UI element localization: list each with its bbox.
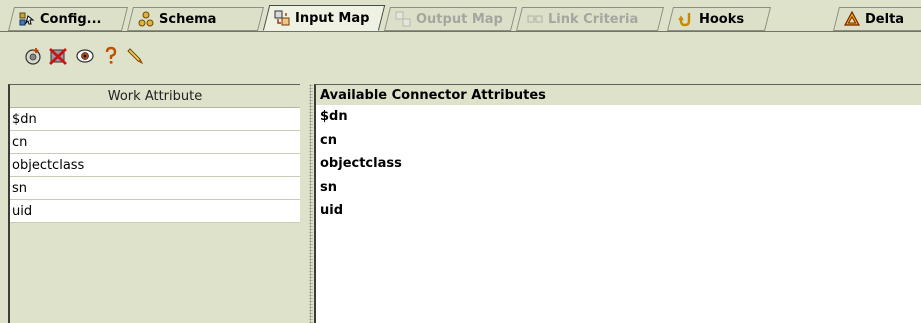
tab-input-map[interactable]: Input Map <box>262 5 386 31</box>
tab-divider-line <box>0 31 921 32</box>
list-item[interactable]: $dn <box>316 105 921 129</box>
table-row[interactable]: sn <box>10 177 300 200</box>
table-row[interactable]: objectclass <box>10 154 300 177</box>
tab-strip: Config... Schema Input Map Output Map Li… <box>0 0 921 34</box>
tab-label: Config... <box>40 11 102 27</box>
pencil-button[interactable] <box>126 45 148 67</box>
table-row[interactable]: cn <box>10 131 300 154</box>
connector-attribute-list: Available Connector Attributes $dn cn ob… <box>314 84 921 323</box>
output-map-icon <box>395 11 411 27</box>
tab-label: Delta <box>865 11 905 27</box>
add-attribute-button[interactable] <box>22 45 44 67</box>
list-item[interactable]: sn <box>316 176 921 200</box>
delete-attribute-button[interactable] <box>47 45 69 67</box>
link-criteria-icon <box>527 11 543 27</box>
hooks-icon <box>678 11 694 27</box>
schema-icon <box>138 11 154 27</box>
tab-schema[interactable]: Schema <box>127 7 264 31</box>
config-icon <box>19 11 35 27</box>
work-attribute-header[interactable]: Work Attribute <box>10 85 300 108</box>
input-map-icon <box>274 10 290 26</box>
table-row[interactable]: uid <box>10 200 300 223</box>
work-attribute-table: Work Attribute $dn cn objectclass sn uid <box>8 84 300 323</box>
help-icon <box>101 46 121 66</box>
tab-link-criteria[interactable]: Link Criteria <box>516 7 664 31</box>
pencil-icon <box>127 46 147 66</box>
view-button[interactable] <box>74 45 96 67</box>
split-pane-divider[interactable] <box>300 84 314 323</box>
help-button[interactable] <box>100 45 122 67</box>
list-item[interactable]: objectclass <box>316 152 921 176</box>
list-item[interactable]: uid <box>316 199 921 223</box>
tab-hooks[interactable]: Hooks <box>667 7 771 31</box>
tab-label: Input Map <box>295 10 370 26</box>
tab-config[interactable]: Config... <box>8 7 128 31</box>
delete-attribute-icon <box>48 46 68 66</box>
divider-grip[interactable] <box>309 84 313 323</box>
connector-attribute-header: Available Connector Attributes <box>316 85 921 105</box>
delta-icon <box>844 11 860 27</box>
tab-label: Hooks <box>699 11 745 27</box>
tab-label: Schema <box>159 11 217 27</box>
tab-output-map[interactable]: Output Map <box>384 7 517 31</box>
tab-delta[interactable]: Delta <box>833 7 921 31</box>
add-attribute-icon <box>23 46 43 66</box>
table-row[interactable]: $dn <box>10 108 300 131</box>
view-icon <box>75 46 95 66</box>
tab-label: Link Criteria <box>548 11 639 27</box>
tab-label: Output Map <box>416 11 503 27</box>
toolbar <box>0 34 921 78</box>
list-item[interactable]: cn <box>316 129 921 153</box>
